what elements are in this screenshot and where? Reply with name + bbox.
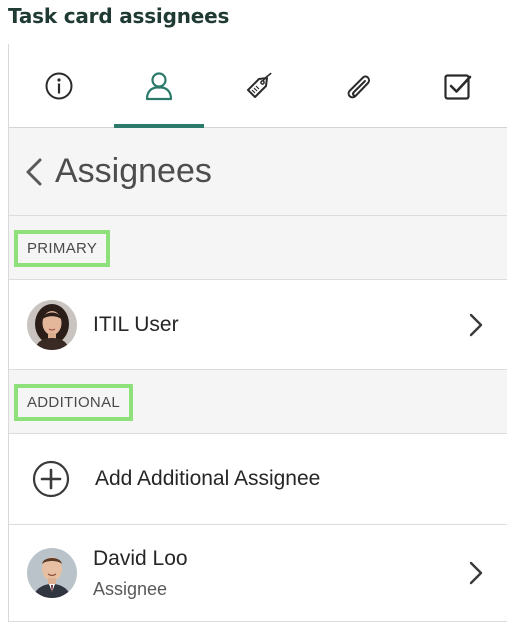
add-circle-icon (32, 460, 70, 498)
tab-attachments[interactable] (308, 44, 408, 127)
paperclip-icon (347, 74, 371, 98)
caption-title: Task card assignees (8, 4, 230, 28)
additional-assignee-role: Assignee (93, 578, 168, 599)
avatar-itil-user (27, 299, 77, 350)
chevron-left-icon (26, 158, 42, 185)
person-icon (145, 71, 172, 100)
tag-icon (247, 72, 273, 98)
tab-tasks[interactable] (408, 44, 507, 127)
chevron-right-icon (469, 313, 483, 336)
additional-assignee-text: David Loo Assignee (93, 547, 188, 600)
section-primary: PRIMARY (9, 216, 507, 280)
avatar-david-loo (27, 548, 77, 598)
tab-tags[interactable] (209, 44, 309, 127)
add-assignee-label: Add Additional Assignee (95, 467, 321, 490)
additional-assignee-name: David Loo (93, 546, 188, 570)
tab-assignees[interactable] (109, 44, 209, 128)
chevron-right-icon (469, 561, 483, 585)
section-additional: ADDITIONAL (9, 370, 507, 434)
section-label-additional: ADDITIONAL (14, 384, 134, 421)
tab-bar (9, 44, 507, 128)
task-card-panel: Assignees PRIMARY ITIL User ADDITIONAL A… (8, 44, 507, 622)
page-title: Assignees (55, 152, 212, 190)
add-assignee-row[interactable]: Add Additional Assignee (9, 434, 507, 525)
primary-assignee-row[interactable]: ITIL User (9, 280, 507, 370)
back-header[interactable]: Assignees (9, 128, 507, 216)
checkbox-icon (444, 73, 472, 100)
tab-info[interactable] (9, 44, 109, 127)
info-icon (45, 72, 73, 99)
section-label-primary: PRIMARY (14, 230, 111, 267)
primary-assignee-name: ITIL User (93, 312, 179, 336)
additional-assignee-row[interactable]: David Loo Assignee (9, 525, 507, 622)
